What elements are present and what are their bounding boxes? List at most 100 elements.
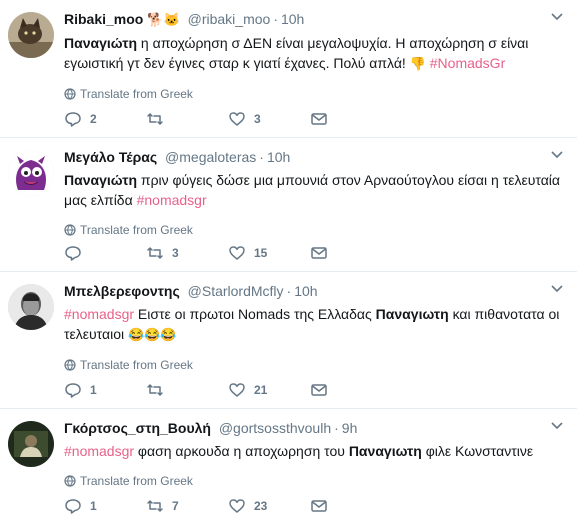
heart-icon bbox=[229, 112, 245, 126]
chevron-down-icon[interactable] bbox=[551, 284, 563, 294]
hashtag-link[interactable]: #nomadsgr bbox=[64, 306, 134, 322]
like-button[interactable]: 21 bbox=[228, 381, 310, 399]
retweet-button[interactable]: 3 bbox=[146, 244, 228, 262]
tweet-body: Ειστε οι πρωτοι Nomads της Ελλαδας bbox=[134, 306, 376, 322]
user-handle[interactable]: @megaloteras bbox=[165, 149, 256, 165]
hashtag-link[interactable]: #nomadsgr bbox=[64, 443, 134, 459]
user-fullname[interactable]: Γκόρτσος_στη_Βουλή bbox=[64, 420, 211, 436]
reply-count: 2 bbox=[90, 112, 97, 126]
chevron-down-icon[interactable] bbox=[551, 421, 563, 431]
thumbs-down-emoji: 👎 bbox=[409, 56, 426, 71]
reply-icon bbox=[65, 246, 81, 261]
envelope-icon bbox=[311, 113, 327, 125]
avatar[interactable] bbox=[8, 284, 54, 330]
avatar-purple-monster-image bbox=[8, 150, 54, 196]
user-handle[interactable]: @StarlordMcfly bbox=[188, 283, 284, 299]
message-button[interactable] bbox=[310, 381, 336, 399]
user-fullname[interactable]: Ribaki_moo bbox=[64, 11, 143, 27]
tweet-text: Παναγιώτη πριν φύγεις δώσε μια μπουνιά σ… bbox=[64, 170, 563, 210]
reply-button[interactable]: 2 bbox=[64, 110, 146, 128]
envelope-icon bbox=[311, 500, 327, 512]
avatar-cat-image bbox=[8, 12, 54, 58]
retweet-icon bbox=[147, 247, 163, 259]
separator-dot: · bbox=[286, 283, 292, 299]
tweet-actions: 1 7 23 bbox=[64, 497, 336, 515]
message-button[interactable] bbox=[310, 110, 336, 128]
chevron-down-icon[interactable] bbox=[551, 150, 563, 160]
translate-label: Translate from Greek bbox=[80, 474, 193, 488]
tweet-header: Γκόρτσος_στη_Βουλή @gortsossthvoulh · 9h bbox=[64, 419, 563, 437]
tweet-actions: 1 21 bbox=[64, 381, 336, 399]
like-button[interactable]: 3 bbox=[228, 110, 310, 128]
hashtag-link[interactable]: #NomadsGr bbox=[426, 55, 505, 71]
translate-label: Translate from Greek bbox=[80, 87, 193, 101]
tweet-body: φαση αρκουδα η αποχωρηση του bbox=[134, 443, 349, 459]
reply-count: 1 bbox=[90, 383, 97, 397]
laughing-emoji: 😂😂😂 bbox=[128, 327, 177, 342]
tweet-body-continued: φιλε Κωνσταντινε bbox=[421, 443, 534, 459]
user-fullname[interactable]: Μεγάλο Τέρας bbox=[64, 149, 157, 165]
globe-icon bbox=[64, 359, 76, 371]
translate-label: Translate from Greek bbox=[80, 223, 193, 237]
chevron-down-icon[interactable] bbox=[551, 12, 563, 22]
reply-button[interactable]: 1 bbox=[64, 497, 146, 515]
tweet-timestamp[interactable]: 10h bbox=[294, 283, 317, 299]
message-button[interactable] bbox=[310, 244, 336, 262]
tweet[interactable]: Μπελβερεφοντης @StarlordMcfly · 10h #nomad… bbox=[0, 272, 577, 409]
tweet[interactable]: Ribaki_moo 🐕🐱 @ribaki_moo · 10h Παναγιώτη η… bbox=[0, 0, 577, 138]
tweet-actions: 3 15 bbox=[64, 244, 336, 262]
globe-icon bbox=[64, 475, 76, 487]
avatar-photo-image bbox=[8, 421, 54, 467]
tweet-header: Μπελβερεφοντης @StarlordMcfly · 10h bbox=[64, 282, 563, 300]
like-button[interactable]: 15 bbox=[228, 244, 310, 262]
avatar[interactable] bbox=[8, 421, 54, 467]
translate-label: Translate from Greek bbox=[80, 358, 193, 372]
heart-icon bbox=[229, 246, 245, 260]
retweet-button[interactable]: 7 bbox=[146, 497, 228, 515]
translate-link[interactable]: Translate from Greek bbox=[64, 222, 563, 238]
heart-icon bbox=[229, 383, 245, 397]
mention-name: Παναγιωτη bbox=[375, 306, 449, 322]
retweet-button[interactable] bbox=[146, 381, 228, 399]
fullname-emoji: 🐕🐱 bbox=[147, 12, 180, 27]
globe-icon bbox=[64, 224, 76, 236]
tweet-header: Ribaki_moo 🐕🐱 @ribaki_moo · 10h bbox=[64, 10, 563, 29]
separator-dot: · bbox=[273, 11, 278, 27]
like-count: 23 bbox=[254, 499, 268, 513]
translate-link[interactable]: Translate from Greek bbox=[64, 473, 563, 489]
user-handle[interactable]: @ribaki_moo bbox=[188, 11, 271, 27]
reply-button[interactable]: 1 bbox=[64, 381, 146, 399]
avatar-portrait-image bbox=[8, 284, 54, 330]
like-button[interactable]: 23 bbox=[228, 497, 310, 515]
like-count: 21 bbox=[254, 383, 268, 397]
retweet-icon bbox=[147, 384, 163, 396]
tweet-timestamp[interactable]: 10h bbox=[281, 11, 304, 27]
tweet-actions: 2 3 bbox=[64, 110, 336, 128]
reply-icon bbox=[65, 383, 81, 398]
reply-button[interactable] bbox=[64, 244, 146, 262]
translate-link[interactable]: Translate from Greek bbox=[64, 357, 563, 373]
user-fullname[interactable]: Μπελβερεφοντης bbox=[64, 283, 180, 299]
user-handle[interactable]: @gortsossthvoulh bbox=[219, 420, 331, 436]
separator-dot: · bbox=[259, 149, 264, 165]
globe-icon bbox=[64, 88, 76, 100]
translate-link[interactable]: Translate from Greek bbox=[64, 86, 563, 102]
tweet[interactable]: Γκόρτσος_στη_Βουλή @gortsossthvoulh · 9h #… bbox=[0, 409, 577, 524]
avatar[interactable] bbox=[8, 12, 54, 58]
reply-count: 1 bbox=[90, 499, 97, 513]
tweet-timestamp[interactable]: 9h bbox=[342, 420, 358, 436]
tweet-header: Μεγάλο Τέρας @megaloteras · 10h bbox=[64, 148, 563, 166]
like-count: 3 bbox=[254, 112, 261, 126]
tweet-timestamp[interactable]: 10h bbox=[267, 149, 290, 165]
avatar[interactable] bbox=[8, 150, 54, 196]
tweet[interactable]: Μεγάλο Τέρας @megaloteras · 10h Παναγιώτη … bbox=[0, 138, 577, 272]
retweet-count: 7 bbox=[172, 499, 179, 513]
envelope-icon bbox=[311, 247, 327, 259]
retweet-icon bbox=[147, 500, 163, 512]
retweet-button[interactable] bbox=[146, 110, 228, 128]
reply-icon bbox=[65, 499, 81, 514]
message-button[interactable] bbox=[310, 497, 336, 515]
tweet-timeline: Ribaki_moo 🐕🐱 @ribaki_moo · 10h Παναγιώτη η… bbox=[0, 0, 577, 524]
heart-icon bbox=[229, 499, 245, 513]
hashtag-link[interactable]: #nomadsgr bbox=[137, 192, 207, 208]
